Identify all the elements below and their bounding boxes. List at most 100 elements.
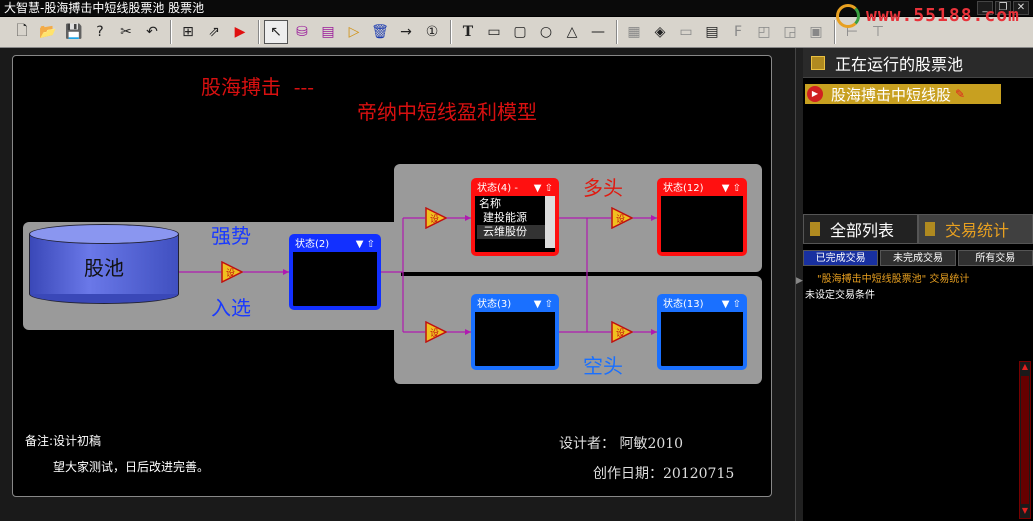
stats-title: "股海搏击中短线股票池" 交易统计	[817, 274, 970, 285]
properties-icon[interactable]: ?	[88, 20, 112, 44]
cut-icon[interactable]: ✂	[114, 20, 138, 44]
group-icon[interactable]: ▣	[804, 20, 828, 44]
toolbar-separator	[450, 20, 452, 44]
open-icon[interactable]: 📂	[36, 20, 60, 44]
export-icon[interactable]: ⇗	[202, 20, 226, 44]
play-icon[interactable]: ▶	[807, 86, 823, 102]
state-controls[interactable]: ▼ ⇧	[534, 298, 553, 312]
pointer-icon[interactable]: ↖	[264, 20, 288, 44]
back-icon[interactable]: ◲	[778, 20, 802, 44]
running-pool-item[interactable]: ▶ 股海搏击中短线股 ✎	[805, 84, 1001, 104]
state-node-4[interactable]: 状态(4) - ▼ ⇧ 名称 建投能源 云维股份	[471, 178, 559, 256]
svg-text:设: 设	[226, 268, 235, 279]
note-remark[interactable]: 备注:设计初稿	[25, 432, 101, 449]
splitter-arrow-icon[interactable]: ▶	[796, 276, 803, 286]
stock-pool-database[interactable]: 股池	[29, 224, 179, 304]
state-controls[interactable]: ▼ ⇧	[722, 182, 741, 196]
font-icon[interactable]: F	[726, 20, 750, 44]
svg-text:设: 设	[430, 328, 439, 339]
toolbar-separator	[170, 20, 172, 44]
amplifier-icon[interactable]: 设	[425, 321, 447, 343]
toolbar-separator	[616, 20, 618, 44]
tab-all-list-label: 全部列表	[830, 221, 895, 240]
stock-list-item[interactable]: 建投能源	[477, 211, 547, 225]
stock-list-header: 名称	[477, 197, 547, 211]
scroll-up-icon[interactable]: ▲	[1020, 362, 1030, 374]
rounded-rect-icon[interactable]: ▢	[508, 20, 532, 44]
new-icon[interactable]: 🗋	[10, 20, 34, 44]
state-header: 状态(2) ▼ ⇧	[293, 238, 377, 252]
format-icon[interactable]: ▦	[622, 20, 646, 44]
amplifier-icon[interactable]: 设	[611, 321, 633, 343]
list-icon	[810, 222, 820, 236]
panel-splitter[interactable]: ▶	[795, 48, 803, 521]
trade-subtabs: 已完成交易 未完成交易 所有交易	[803, 250, 1033, 266]
subtab-all-trades[interactable]: 所有交易	[957, 250, 1033, 266]
created-date-text[interactable]: 创作日期：20120715	[593, 463, 734, 483]
state-title: 状态(13)	[663, 299, 704, 310]
site-logo: www.55188.com	[836, 2, 1019, 30]
database-top	[29, 224, 179, 244]
bull-label: 多头	[583, 176, 623, 200]
database-icon[interactable]: ⛁	[290, 20, 314, 44]
state-header: 状态(3) ▼ ⇧	[475, 298, 555, 312]
text-icon[interactable]: T	[456, 20, 480, 44]
stock-list-scrollbar[interactable]	[545, 196, 555, 248]
tab-trade-stats[interactable]: 交易统计	[918, 214, 1033, 244]
state-node-12[interactable]: 状态(12) ▼ ⇧	[657, 178, 747, 256]
front-icon[interactable]: ◰	[752, 20, 776, 44]
edit-icon[interactable]: ✎	[955, 87, 965, 101]
delete-icon[interactable]: 🗑	[368, 20, 392, 44]
state-controls[interactable]: ▼ ⇧	[534, 182, 553, 196]
subtab-completed[interactable]: 已完成交易	[803, 250, 879, 266]
state-title: 状态(4) -	[477, 183, 518, 194]
state-node-13[interactable]: 状态(13) ▼ ⇧	[657, 294, 747, 370]
list-icon[interactable]: ▤	[316, 20, 340, 44]
run-icon[interactable]: ▶	[228, 20, 252, 44]
state-title: 状态(2)	[295, 239, 330, 250]
state-controls[interactable]: ▼ ⇧	[356, 238, 375, 252]
state-header: 状态(4) - ▼ ⇧	[475, 182, 555, 196]
note-message[interactable]: 望大家测试，日后改进完善。	[53, 458, 209, 475]
svg-text:设: 设	[430, 214, 439, 225]
amplifier-icon[interactable]: 设	[611, 207, 633, 229]
tab-all-list[interactable]: 全部列表	[803, 214, 918, 244]
designer-text[interactable]: 设计者： 阿敏2010	[559, 433, 683, 453]
undo-icon[interactable]: ↶	[140, 20, 164, 44]
design-canvas[interactable]: 股海搏击 --- 帝纳中短线盈利模型 股池 强势 入选 多头 空头 设 设 设 …	[12, 55, 772, 497]
align-icon[interactable]: ▤	[700, 20, 724, 44]
triangle-icon[interactable]: △	[560, 20, 584, 44]
logo-text: www.55188.com	[866, 5, 1020, 26]
stock-list[interactable]: 名称 建投能源 云维股份	[477, 197, 547, 239]
amplifier-icon[interactable]: 设	[221, 261, 243, 283]
stock-list-item[interactable]: 云维股份	[477, 225, 547, 239]
save-icon[interactable]: 💾	[62, 20, 86, 44]
tree-icon[interactable]: ⊞	[176, 20, 200, 44]
line-icon[interactable]: —	[586, 20, 610, 44]
tab-trade-stats-label: 交易统计	[945, 221, 1010, 240]
toolbar-separator	[258, 20, 260, 44]
amplifier-icon[interactable]: ▷	[342, 20, 366, 44]
state-node-3[interactable]: 状态(3) ▼ ⇧	[471, 294, 559, 370]
scroll-down-icon[interactable]: ▼	[1020, 506, 1030, 518]
svg-text:设: 设	[616, 328, 625, 339]
link-icon[interactable]: ①	[420, 20, 444, 44]
right-panel: 正在运行的股票池 ▶ 股海搏击中短线股 ✎ 全部列表 交易统计 已完成交易 未完…	[803, 48, 1033, 521]
arrow-icon[interactable]: →	[394, 20, 418, 44]
stats-message: 未设定交易条件	[805, 290, 875, 301]
fill-icon[interactable]: ◈	[648, 20, 672, 44]
vertical-scrollbar[interactable]: ▲ ▼	[1019, 361, 1031, 519]
window-title: 大智慧-股海搏击中短线股票池 股票池	[4, 1, 205, 15]
border-icon[interactable]: ▭	[674, 20, 698, 44]
state-title: 状态(3)	[477, 299, 512, 310]
select-label: 入选	[211, 296, 251, 320]
design-area: 股海搏击 --- 帝纳中短线盈利模型 股池 强势 入选 多头 空头 设 设 设 …	[0, 48, 795, 521]
subtab-uncompleted[interactable]: 未完成交易	[880, 250, 956, 266]
scroll-thumb[interactable]	[1021, 376, 1029, 504]
state-node-2[interactable]: 状态(2) ▼ ⇧	[289, 234, 381, 310]
amplifier-icon[interactable]: 设	[425, 207, 447, 229]
circle-icon[interactable]: ○	[534, 20, 558, 44]
state-controls[interactable]: ▼ ⇧	[722, 298, 741, 312]
pool-label: 股池	[84, 256, 124, 280]
rectangle-icon[interactable]: ▭	[482, 20, 506, 44]
